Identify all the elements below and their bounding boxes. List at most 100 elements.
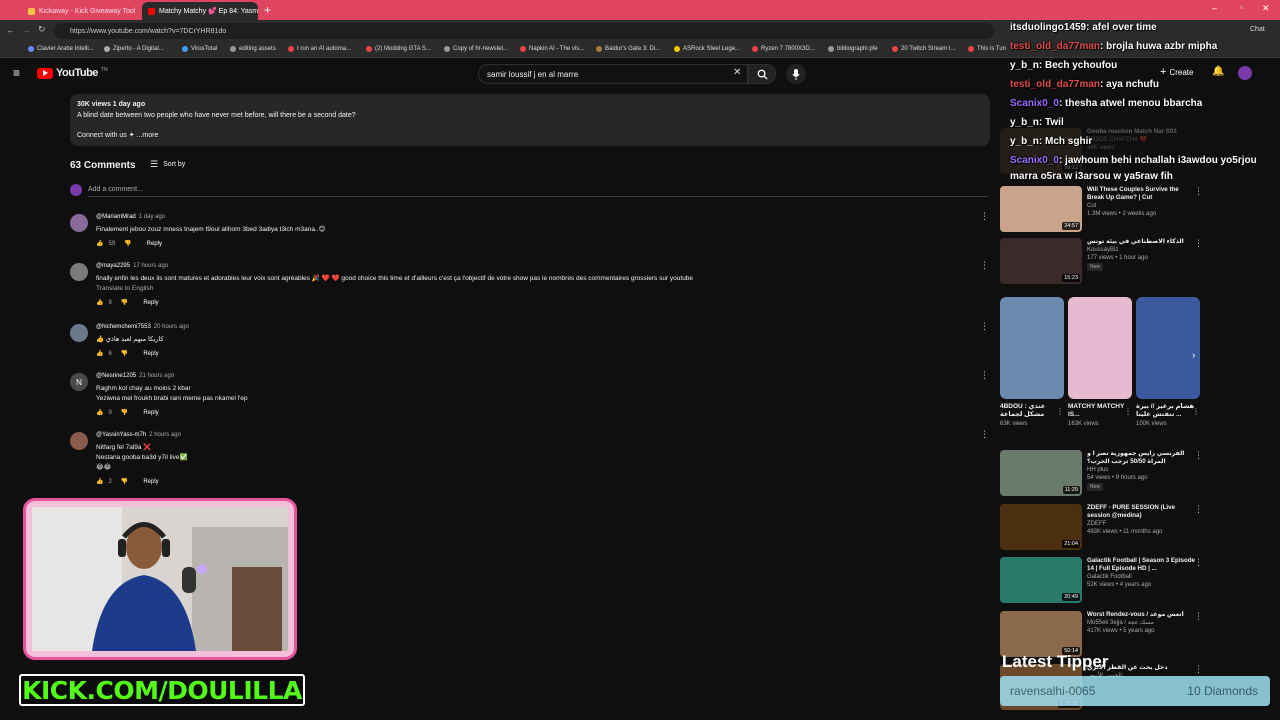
dislike-icon[interactable]: 👎 bbox=[121, 478, 128, 485]
author-name[interactable]: @Nesrine1205 bbox=[96, 373, 136, 379]
channel-name[interactable]: Galactik Football bbox=[1087, 573, 1197, 581]
comment-author[interactable]: @YassinYass-m7h 2 hours ago bbox=[96, 432, 181, 438]
video-thumbnail[interactable]: 21:04 bbox=[1000, 504, 1082, 550]
reply-button[interactable]: Reply bbox=[143, 351, 158, 357]
create-button[interactable]: + Create bbox=[1160, 66, 1193, 78]
chat-button[interactable]: Chat bbox=[1250, 26, 1265, 33]
avatar[interactable] bbox=[70, 214, 88, 232]
reply-button[interactable]: Reply bbox=[143, 300, 158, 306]
comment-time[interactable]: 1 day ago bbox=[139, 214, 165, 220]
bookmark-item[interactable]: ASRock Steel Lege... bbox=[674, 46, 740, 52]
video-description[interactable]: 30K views 1 day ago A blind date between… bbox=[70, 94, 990, 146]
new-tab-icon[interactable]: + bbox=[264, 3, 271, 17]
video-title[interactable]: ZDEFF - PURE SESSION (Live session @medi… bbox=[1087, 504, 1197, 520]
comment-author[interactable]: @Nesrine1205 21 hours ago bbox=[96, 373, 174, 379]
short-video[interactable]: 4BDOU : عندي مشكل لجماعة 63K views ⋮ bbox=[1000, 297, 1064, 439]
comment-menu-icon[interactable]: ⋮ bbox=[980, 212, 989, 221]
channel-name[interactable]: ZOZOS CHAFCHA 💔 bbox=[1087, 136, 1197, 144]
forward-icon[interactable]: → bbox=[22, 25, 31, 35]
video-menu-icon[interactable]: ⋮ bbox=[1194, 186, 1203, 197]
comment-menu-icon[interactable]: ⋮ bbox=[980, 261, 989, 270]
bookmark-item[interactable]: Ryzen 7 7800X3D... bbox=[752, 46, 815, 52]
clear-search-icon[interactable]: ✕ bbox=[733, 67, 741, 78]
reply-button[interactable]: Reply bbox=[143, 479, 158, 485]
bookmark-item[interactable]: Napkin AI - The vis... bbox=[520, 46, 584, 52]
short-menu-icon[interactable]: ⋮ bbox=[1056, 407, 1064, 416]
dislike-icon[interactable]: 👎 bbox=[121, 409, 128, 416]
video-menu-icon[interactable]: ⋮ bbox=[1194, 557, 1203, 568]
bookmark-item[interactable]: (2) Modding GTA S... bbox=[366, 46, 431, 52]
bookmark-item[interactable]: VirusTotal bbox=[182, 46, 217, 52]
like-icon[interactable]: 👍 bbox=[96, 478, 103, 485]
short-title[interactable]: هشام برغيز // بيرة تتفتش علينا ... bbox=[1136, 403, 1200, 419]
minimize-icon[interactable]: – bbox=[1212, 3, 1217, 13]
reload-icon[interactable]: ↻ bbox=[38, 24, 46, 35]
video-title[interactable]: Will These Couples Survive the Break Up … bbox=[1087, 186, 1197, 202]
sort-button[interactable]: ☰ Sort by bbox=[150, 159, 185, 170]
video-thumbnail[interactable]: 11:29 bbox=[1000, 450, 1082, 496]
like-icon[interactable]: 👍 bbox=[96, 299, 103, 306]
bookmark-item[interactable]: Clavier Arabe Intelli... bbox=[28, 46, 94, 52]
short-video[interactable]: هشام برغيز // بيرة تتفتش علينا ... 100K … bbox=[1136, 297, 1200, 439]
video-title[interactable]: Worst Rendez-vous / أتعس موعد bbox=[1087, 611, 1197, 619]
translate-link[interactable]: Translate to English bbox=[96, 284, 693, 294]
dislike-icon[interactable]: 👎 bbox=[124, 240, 131, 247]
comment-time[interactable]: 2 hours ago bbox=[149, 432, 181, 438]
url-field[interactable]: https://www.youtube.com/watch?v=7DCrYHR8… bbox=[54, 23, 994, 39]
avatar[interactable] bbox=[70, 263, 88, 281]
channel-name[interactable]: ZDEFF bbox=[1087, 520, 1197, 528]
comment-menu-icon[interactable]: ⋮ bbox=[980, 430, 989, 439]
video-title[interactable]: الذكاء الاصطناعي في بيئة تونس bbox=[1087, 238, 1197, 246]
maximize-icon[interactable]: ▫ bbox=[1240, 3, 1243, 12]
short-title[interactable]: MATCHY MATCHY IS... bbox=[1068, 403, 1132, 419]
short-thumbnail[interactable] bbox=[1000, 297, 1064, 399]
short-menu-icon[interactable]: ⋮ bbox=[1192, 407, 1200, 416]
comment-author[interactable]: @maya2295 17 hours ago bbox=[96, 263, 168, 269]
comment-author[interactable]: @hichemchemi7553 20 hours ago bbox=[96, 324, 189, 330]
close-window-icon[interactable]: ✕ bbox=[1262, 3, 1270, 14]
short-video[interactable]: MATCHY MATCHY IS... 163K views ⋮ bbox=[1068, 297, 1132, 439]
bookmark-item[interactable]: editing assets bbox=[230, 46, 276, 52]
bookmark-item[interactable]: 20 Twitch Stream I... bbox=[892, 46, 956, 52]
bookmark-item[interactable]: I run an AI automa... bbox=[288, 46, 351, 52]
video-menu-icon[interactable]: ⋮ bbox=[1194, 611, 1203, 622]
like-icon[interactable]: 👍 bbox=[96, 350, 103, 357]
short-thumbnail[interactable] bbox=[1068, 297, 1132, 399]
bookmark-item[interactable]: Copy of hr-newslet... bbox=[444, 46, 508, 52]
back-icon[interactable]: ← bbox=[6, 25, 15, 35]
reply-button[interactable]: Reply bbox=[143, 410, 158, 416]
tab-kickaway[interactable]: Kickaway - Kick Giveaway Tool bbox=[22, 2, 140, 20]
avatar[interactable]: N bbox=[70, 373, 88, 391]
video-title[interactable]: Galactik Football | Season 3 Episode 14 … bbox=[1087, 557, 1197, 573]
comment-time[interactable]: 17 hours ago bbox=[133, 263, 168, 269]
comment-time[interactable]: 20 hours ago bbox=[154, 324, 189, 330]
like-icon[interactable]: 👍 bbox=[96, 240, 103, 247]
bookmark-item[interactable]: Ziperto - A Digital... bbox=[104, 46, 164, 52]
youtube-logo[interactable]: YouTube TN bbox=[37, 67, 108, 79]
notifications-bell-icon[interactable]: 🔔 bbox=[1212, 66, 1224, 77]
video-thumbnail[interactable]: 50:14 bbox=[1000, 611, 1082, 657]
video-menu-icon[interactable]: ⋮ bbox=[1194, 504, 1203, 515]
author-name[interactable]: @MariamMrad bbox=[96, 214, 136, 220]
author-name[interactable]: @maya2295 bbox=[96, 263, 130, 269]
bookmark-item[interactable]: Baidur's Gate 3: Di... bbox=[596, 46, 660, 52]
comment-author[interactable]: @MariamMrad 1 day ago bbox=[96, 214, 165, 220]
author-name[interactable]: @hichemchemi7553 bbox=[96, 324, 151, 330]
reply-button[interactable]: Reply bbox=[147, 241, 162, 247]
avatar[interactable] bbox=[70, 324, 88, 342]
channel-name[interactable]: HH plus bbox=[1087, 466, 1197, 474]
video-thumbnail[interactable]: 58:12 bbox=[1000, 128, 1082, 174]
channel-name[interactable]: Cut bbox=[1087, 202, 1197, 210]
video-menu-icon[interactable]: ⋮ bbox=[1194, 450, 1203, 461]
short-thumbnail[interactable] bbox=[1136, 297, 1200, 399]
short-menu-icon[interactable]: ⋮ bbox=[1124, 407, 1132, 416]
description-more[interactable]: Connect with us ✦ ...more bbox=[77, 131, 983, 139]
like-icon[interactable]: 👍 bbox=[96, 409, 103, 416]
dislike-icon[interactable]: 👎 bbox=[121, 299, 128, 306]
video-title[interactable]: Gooba reaction Match Nar S03 bbox=[1087, 128, 1197, 136]
menu-icon[interactable]: ≡ bbox=[13, 67, 20, 79]
video-menu-icon[interactable]: ⋮ bbox=[1194, 664, 1203, 675]
voice-search-button[interactable] bbox=[786, 64, 806, 84]
video-title[interactable]: الفرنسي رايس جمهورية تصر ا و المراة 50/5… bbox=[1087, 450, 1197, 466]
avatar[interactable] bbox=[70, 432, 88, 450]
